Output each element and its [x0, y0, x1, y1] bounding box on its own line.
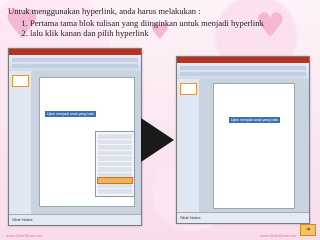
status-bar: Slide Notes — [177, 212, 309, 223]
context-menu-item[interactable] — [98, 189, 132, 194]
ribbon-row — [180, 72, 306, 76]
context-menu-item[interactable] — [98, 183, 132, 188]
status-text: Slide Notes — [180, 215, 201, 220]
right-arrow-icon — [141, 118, 174, 162]
status-bar: Slide Notes — [9, 214, 141, 225]
instruction-text: Untuk menggunakan hyperlink, anda harus … — [8, 6, 308, 39]
selected-text[interactable]: Ujian menjadi anak yang baik — [45, 111, 96, 117]
ribbon-row — [12, 64, 138, 68]
slide-thumbnail-pane — [9, 71, 32, 215]
watermark-left: www.SlideShare.net — [6, 233, 42, 238]
context-menu-item[interactable] — [98, 134, 132, 139]
ribbon-row — [180, 66, 306, 70]
status-text: Slide Notes — [12, 217, 33, 222]
ribbon-row — [12, 58, 138, 62]
steps-list: Pertama tama blok tulisan yang diinginka… — [8, 18, 308, 39]
context-menu-item[interactable] — [98, 150, 132, 155]
step-item: Pertama tama blok tulisan yang diinginka… — [30, 18, 308, 29]
next-arrow-icon[interactable]: ➜ — [300, 224, 316, 236]
slide-thumbnail[interactable] — [12, 75, 29, 87]
slide-thumbnail-pane — [177, 79, 200, 213]
step-item: lalu klik kanan dan pilih hyperlink — [30, 28, 308, 39]
context-menu-item[interactable] — [98, 161, 132, 166]
ribbon-tabs — [9, 49, 141, 55]
screenshot-context-menu: Ujian menjadi anak yang baik Slide Notes — [8, 48, 142, 226]
slide-thumbnail[interactable] — [180, 83, 197, 95]
ribbon — [177, 57, 309, 80]
hyperlink-menu-item[interactable] — [97, 177, 133, 184]
watermark-right: www.SlideShare.net — [260, 233, 296, 238]
selected-text[interactable]: Ujian menjadi anak yang baik — [229, 117, 280, 123]
context-menu-item[interactable] — [98, 167, 132, 172]
slide[interactable] — [213, 83, 295, 209]
context-menu-item[interactable] — [98, 139, 132, 144]
ribbon-tabs — [177, 57, 309, 63]
context-menu-item[interactable] — [98, 156, 132, 161]
context-menu-item[interactable] — [98, 172, 132, 177]
context-menu-item[interactable] — [98, 145, 132, 150]
slide-canvas: Ujian menjadi anak yang baik — [199, 79, 309, 213]
screenshot-hyperlink-result: Ujian menjadi anak yang baik Slide Notes — [176, 56, 310, 224]
ribbon — [9, 49, 141, 72]
context-menu — [95, 131, 135, 197]
intro-text: Untuk menggunakan hyperlink, anda harus … — [8, 6, 201, 16]
